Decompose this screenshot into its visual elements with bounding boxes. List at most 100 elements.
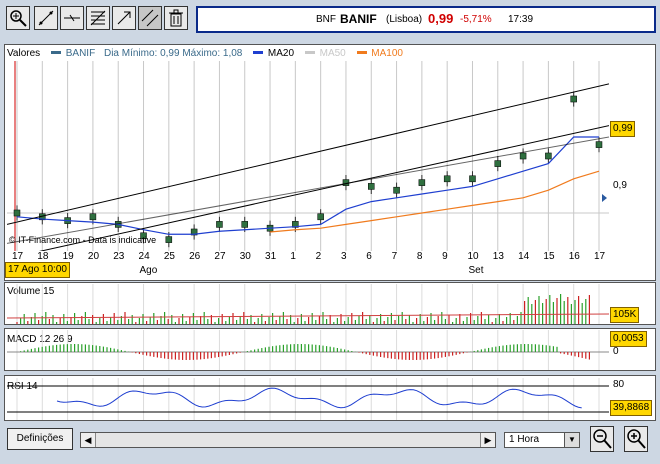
rsi-plot (7, 378, 609, 420)
market: (Lisboa) (386, 14, 423, 25)
price-candle (494, 160, 502, 167)
watermark: © IT-Finance.com - Data is indicative (9, 235, 157, 245)
x-tick-label: 13 (492, 251, 504, 262)
x-tick-label: 19 (62, 251, 74, 262)
volume-tag: 105K (610, 307, 640, 323)
chart-window: BNF BANIF (Lisboa) 0,99 -5,71% 17:39 Val… (0, 0, 660, 464)
month-label: Set (468, 265, 484, 276)
scroll-left-arrow-icon[interactable]: ◀ (81, 433, 96, 447)
x-tick-label: 23 (113, 251, 125, 262)
quote-time: 17:39 (508, 14, 534, 25)
x-tick-label: 9 (442, 251, 448, 262)
month-label: Ago (139, 265, 158, 276)
macd-plot (7, 330, 609, 370)
settings-button[interactable]: Definições (7, 428, 73, 450)
horizontal-line-icon (64, 14, 80, 22)
channel-mid-line (7, 136, 609, 244)
zoom-rect-tool[interactable] (6, 6, 30, 30)
x-tick-label: 1 (290, 251, 296, 262)
price-candle (241, 221, 248, 228)
x-tick-label: 14 (518, 251, 530, 262)
channel-lower-line (39, 125, 609, 251)
rsi-tag: 39,8868 (610, 400, 653, 416)
price-plot[interactable] (7, 61, 609, 251)
change-percent: -5,71% (460, 14, 492, 25)
time-scrollbar[interactable]: ◀ ▶ (80, 432, 496, 448)
x-tick-label: 18 (37, 251, 49, 262)
zoom-out-button[interactable] (590, 426, 614, 452)
series-line-ma100 (269, 170, 600, 233)
interval-value: 1 Hora (509, 434, 540, 445)
price-candle (469, 175, 476, 183)
x-tick-label: 30 (239, 251, 251, 262)
chevron-down-icon[interactable]: ▼ (564, 433, 579, 447)
x-tick-label: 27 (214, 251, 226, 262)
delete-tool[interactable] (164, 6, 188, 30)
price-panel[interactable]: Valores BANIF Dia Mínimo: 0,99 Máximo: 1… (4, 44, 656, 281)
zoom-in-button[interactable] (624, 426, 648, 452)
x-tick-label: 7 (391, 251, 398, 262)
x-tick-label: 26 (189, 251, 201, 262)
price-tag: 0,99 (610, 121, 636, 137)
price-candle (443, 175, 451, 183)
price-candle (570, 95, 577, 103)
price-candle (13, 209, 21, 217)
line-tool[interactable] (34, 6, 58, 30)
chart-legend: Valores BANIF Dia Mínimo: 0,99 Máximo: 1… (7, 48, 403, 59)
rsi-80-label: 80 (613, 379, 625, 390)
trend-tool[interactable] (112, 6, 136, 30)
x-tick-label: 8 (416, 251, 423, 262)
price-candle (342, 179, 350, 186)
x-tick-label: 3 (340, 251, 347, 262)
x-tick-label: 2 (315, 251, 322, 262)
zoom-out-icon (593, 429, 612, 449)
price-candle (595, 141, 603, 148)
price-candle (545, 152, 552, 160)
legend-ma20: MA20 (267, 48, 295, 59)
series-line-ma20 (16, 136, 599, 235)
fibonacci-tool[interactable] (86, 6, 110, 30)
x-tick-label: 16 (568, 251, 580, 262)
horizontal-line-tool[interactable] (60, 6, 84, 30)
bottom-bar: Definições ◀ ▶ 1 Hora ▼ (4, 426, 656, 454)
channel-upper-line (7, 83, 609, 225)
x-tick-label: 31 (265, 251, 277, 262)
price-candle (216, 221, 223, 228)
volume-plot (7, 284, 609, 324)
x-tick-label: 17 (12, 251, 24, 262)
x-tick-label: 20 (87, 251, 100, 262)
zoom-in-icon (627, 429, 646, 449)
interval-select[interactable]: 1 Hora ▼ (504, 432, 580, 448)
channel-icon (141, 9, 159, 27)
fibonacci-icon (90, 10, 106, 26)
x-tick-label: 6 (366, 251, 372, 262)
price-candle (519, 152, 527, 160)
legend-series: BANIF (65, 48, 96, 59)
x-tick-label: 24 (138, 251, 150, 262)
x-tick-label: 25 (163, 251, 175, 262)
quote-bar: BNF BANIF (Lisboa) 0,99 -5,71% 17:39 (196, 6, 656, 33)
scroll-right-icon[interactable] (602, 194, 607, 202)
symbol: BANIF (340, 12, 377, 26)
scroll-right-arrow-icon[interactable]: ▶ (480, 433, 495, 447)
last-price: 0,99 (428, 11, 454, 26)
line-draw-icon (38, 10, 54, 26)
price-candle (317, 213, 324, 221)
rsi-line (56, 387, 582, 409)
trash-icon (169, 9, 183, 27)
volume-panel[interactable]: Volume 15 105K (4, 282, 656, 325)
magnifier-zoom-icon (10, 10, 27, 27)
price-candle (165, 236, 173, 243)
exchange-code: BNF (316, 14, 336, 25)
rsi-panel[interactable]: RSI 14 80 39,8868 (4, 375, 656, 421)
legend-range: Dia Mínimo: 0,99 Máximo: 1,08 (103, 48, 243, 59)
macd-panel[interactable]: MACD 12 26 9 0,0053 0 (4, 328, 656, 371)
legend-ma100: MA100 (371, 48, 403, 59)
channel-tool[interactable] (138, 6, 162, 30)
x-tick-label: 10 (467, 251, 479, 262)
cursor-date-tag: 17 Ago 10:00 (5, 262, 70, 278)
y-tick-label: 0,9 (613, 180, 627, 191)
price-candle (418, 179, 426, 186)
macd-zero-label: 0 (613, 346, 619, 357)
x-tick-label: 17 (594, 251, 606, 262)
